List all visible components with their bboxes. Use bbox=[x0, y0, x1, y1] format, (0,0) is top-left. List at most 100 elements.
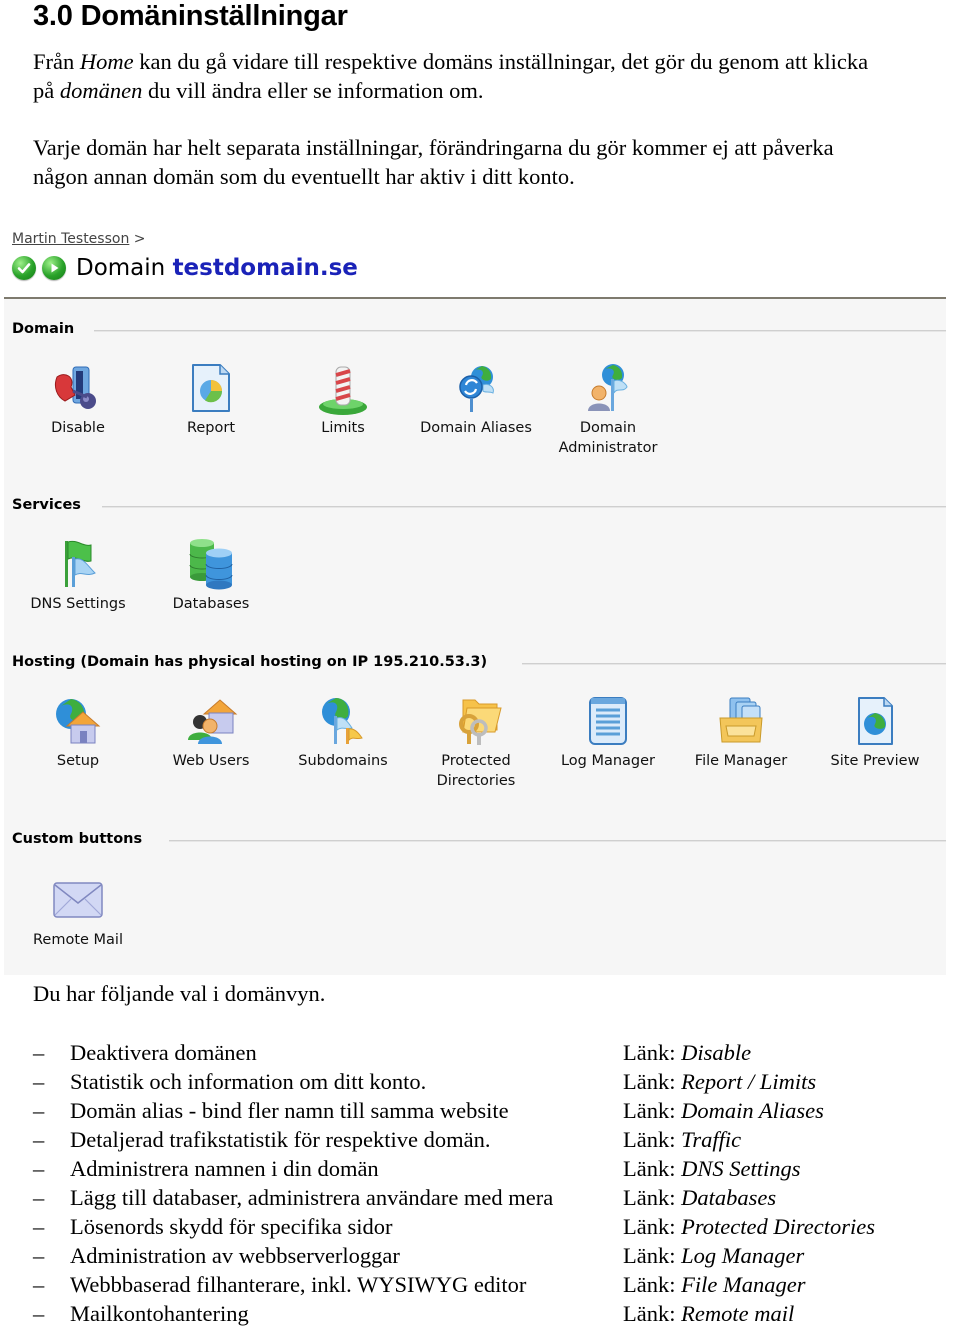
list-item: – Domän alias - bind fler namn till samm… bbox=[0, 1096, 960, 1125]
tile-label: Disable bbox=[51, 420, 105, 436]
protected-directories-icon bbox=[459, 699, 502, 745]
section-divider bbox=[102, 506, 946, 508]
link-name: DNS Settings bbox=[681, 1156, 801, 1181]
list-description: Administration av webbserverloggar bbox=[70, 1243, 400, 1268]
tile-domain-aliases[interactable]: Domain Aliases bbox=[411, 361, 541, 438]
list-item: – Statistik och information om ditt kont… bbox=[0, 1067, 960, 1096]
link-name: Domain Aliases bbox=[681, 1098, 824, 1123]
list-link: Länk: DNS Settings bbox=[623, 1154, 801, 1183]
options-intro: Du har följande val i domänvyn. bbox=[33, 981, 326, 1006]
limits-icon bbox=[319, 366, 367, 415]
disable-icon bbox=[54, 366, 96, 409]
tile-dns-settings[interactable]: DNS Settings bbox=[13, 537, 143, 614]
tile-web-users[interactable]: Web Users bbox=[146, 694, 276, 771]
link-prefix: Länk: bbox=[623, 1301, 682, 1326]
log-manager-icon bbox=[589, 697, 627, 745]
paragraph-line: någon annan domän som du eventuellt har … bbox=[33, 164, 575, 189]
tile-site-preview[interactable]: Site Preview bbox=[810, 694, 940, 771]
section-title-domain: Domain bbox=[12, 321, 87, 337]
tile-disable[interactable]: Disable bbox=[13, 361, 143, 438]
list-item: – Administrera namnen i din domän Länk: … bbox=[0, 1154, 960, 1183]
tile-report[interactable]: Report bbox=[146, 361, 276, 438]
list-item: – Administration av webbserverloggar Län… bbox=[0, 1241, 960, 1270]
list-description: Deaktivera domänen bbox=[70, 1040, 257, 1065]
tile-label: Report bbox=[186, 420, 236, 436]
dns-settings-icon bbox=[65, 540, 96, 587]
list-dash: – bbox=[33, 1301, 45, 1326]
intro-text: Från bbox=[33, 49, 80, 74]
intro-emphasis-domain: domänen bbox=[59, 78, 143, 103]
paragraph-line: Varje domän har helt separata inställnin… bbox=[33, 135, 834, 160]
page-title-label: Domain bbox=[76, 255, 166, 281]
file-manager-icon bbox=[719, 697, 763, 743]
section-divider bbox=[169, 840, 946, 842]
page-title-domain: testdomain.se bbox=[172, 255, 358, 281]
tile-domain-administrator[interactable]: Domain Administrator bbox=[543, 361, 673, 458]
list-description: Webbbaserad filhanterare, inkl. WYSIWYG … bbox=[70, 1272, 527, 1297]
list-description: Domän alias - bind fler namn till samma … bbox=[70, 1098, 509, 1123]
breadcrumb-user-link[interactable]: Martin Testesson bbox=[12, 231, 129, 247]
link-prefix: Länk: bbox=[623, 1185, 682, 1210]
list-description: Statistik och information om ditt konto. bbox=[70, 1069, 427, 1094]
link-prefix: Länk: bbox=[623, 1040, 682, 1065]
list-link: Länk: Protected Directories bbox=[623, 1212, 875, 1241]
intro-paragraph: Från Home kan du gå vidare till respekti… bbox=[33, 47, 868, 105]
section-title-custom-buttons: Custom buttons bbox=[12, 831, 155, 847]
check-circle-icon[interactable] bbox=[12, 256, 36, 280]
link-name: Log Manager bbox=[681, 1243, 805, 1268]
list-dash: – bbox=[33, 1185, 45, 1210]
list-link: Länk: Disable bbox=[623, 1038, 751, 1067]
link-name: Remote mail bbox=[681, 1301, 795, 1326]
list-link: Länk: Remote mail bbox=[623, 1299, 794, 1328]
tile-protected-directories[interactable]: Protected Directories bbox=[411, 694, 541, 791]
list-dash: – bbox=[33, 1069, 45, 1094]
tile-remote-mail[interactable]: Remote Mail bbox=[13, 873, 143, 950]
link-name: Traffic bbox=[681, 1127, 742, 1152]
web-users-icon bbox=[188, 699, 238, 744]
tile-label: Log Manager bbox=[560, 753, 656, 769]
tile-label: Site Preview bbox=[830, 753, 920, 769]
tile-label: Subdomains bbox=[298, 753, 388, 769]
tile-label: DNS Settings bbox=[30, 596, 126, 612]
tile-label: Limits bbox=[321, 420, 365, 436]
list-dash: – bbox=[33, 1272, 45, 1297]
domain-administrator-icon bbox=[588, 364, 628, 411]
list-description: Administrera namnen i din domän bbox=[70, 1156, 379, 1181]
list-link: Länk: Log Manager bbox=[623, 1241, 804, 1270]
link-name: Protected Directories bbox=[681, 1214, 876, 1239]
tile-label: Remote Mail bbox=[32, 932, 123, 948]
list-description: Mailkontohantering bbox=[70, 1301, 249, 1326]
list-dash: – bbox=[33, 1127, 45, 1152]
page-header: Domain testdomain.se bbox=[12, 255, 358, 281]
tile-databases[interactable]: Databases bbox=[146, 537, 276, 614]
tile-file-manager[interactable]: File Manager bbox=[676, 694, 806, 771]
tile-label: Domain Administrator bbox=[558, 420, 658, 456]
link-prefix: Länk: bbox=[623, 1127, 682, 1152]
list-dash: – bbox=[33, 1156, 45, 1181]
play-circle-icon[interactable] bbox=[42, 256, 66, 280]
tile-subdomains[interactable]: Subdomains bbox=[278, 694, 408, 771]
link-name: Disable bbox=[681, 1040, 752, 1065]
list-item: – Lägg till databaser, administrera anvä… bbox=[0, 1183, 960, 1212]
intro-emphasis-home: Home bbox=[79, 49, 134, 74]
list-item: – Webbbaserad filhanterare, inkl. WYSIWY… bbox=[0, 1270, 960, 1299]
tile-label: Web Users bbox=[172, 753, 250, 769]
list-item: – Detaljerad trafikstatistik för respekt… bbox=[0, 1125, 960, 1154]
domain-panel-screenshot: Martin Testesson > Domain testdomain.se … bbox=[0, 225, 946, 975]
databases-icon bbox=[189, 539, 233, 590]
list-dash: – bbox=[33, 1040, 45, 1065]
list-link: Länk: Domain Aliases bbox=[623, 1096, 824, 1125]
tile-setup[interactable]: Setup bbox=[13, 694, 143, 771]
list-dash: – bbox=[33, 1214, 45, 1239]
list-link: Länk: File Manager bbox=[623, 1270, 805, 1299]
tile-log-manager[interactable]: Log Manager bbox=[543, 694, 673, 771]
intro-text: kan du gå vidare till respektive domäns … bbox=[133, 49, 869, 74]
list-dash: – bbox=[33, 1098, 45, 1123]
tile-limits[interactable]: Limits bbox=[278, 361, 408, 438]
list-link: Länk: Traffic bbox=[623, 1125, 741, 1154]
section-title-hosting: Hosting (Domain has physical hosting on … bbox=[12, 654, 500, 670]
tile-label: File Manager bbox=[694, 753, 788, 769]
tile-label: Domain Aliases bbox=[420, 420, 532, 436]
list-item: – Lösenords skydd för specifika sidor Lä… bbox=[0, 1212, 960, 1241]
link-name: Databases bbox=[681, 1185, 777, 1210]
